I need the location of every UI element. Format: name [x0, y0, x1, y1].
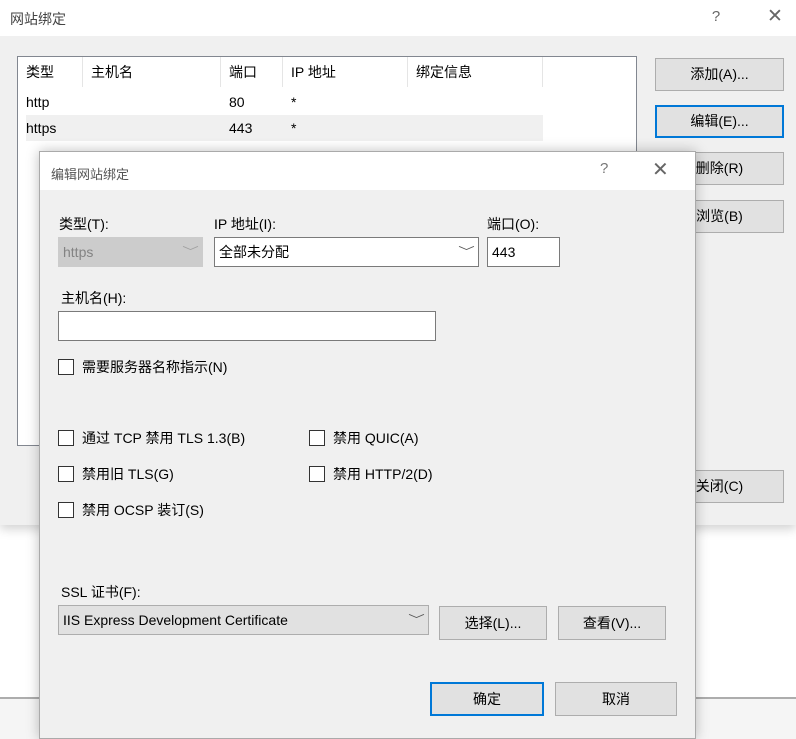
help-icon[interactable]: ?	[600, 160, 608, 177]
host-name-input[interactable]	[58, 311, 436, 341]
column-header-binding-info[interactable]: 绑定信息	[408, 57, 543, 87]
table-row[interactable]: http 80 *	[26, 89, 543, 115]
column-header-ip[interactable]: IP 地址	[283, 57, 408, 87]
help-icon[interactable]: ?	[704, 6, 728, 28]
cancel-button[interactable]: 取消	[555, 682, 677, 716]
column-header-type[interactable]: 类型	[18, 57, 83, 87]
ip-address-select-value: 全部未分配	[219, 244, 289, 260]
column-header-port[interactable]: 端口	[221, 57, 283, 87]
type-label: 类型(T):	[59, 216, 109, 232]
checkbox-box[interactable]	[58, 502, 74, 518]
chevron-down-icon: ﹀	[182, 246, 199, 258]
close-icon[interactable]: ✕	[652, 157, 669, 182]
ssl-certificate-label: SSL 证书(F):	[61, 584, 141, 600]
disable-http2-checkbox[interactable]: 禁用 HTTP/2(D)	[309, 464, 433, 484]
sni-checkbox[interactable]: 需要服务器名称指示(N)	[58, 357, 227, 377]
cell-ip: *	[291, 94, 297, 110]
cell-port: 443	[229, 120, 253, 136]
ssl-certificate-select[interactable]: IIS Express Development Certificate ﹀	[58, 605, 429, 635]
checkbox-box[interactable]	[58, 466, 74, 482]
edit-button[interactable]: 编辑(E)...	[655, 105, 784, 138]
ip-address-label: IP 地址(I):	[214, 216, 276, 232]
ok-button[interactable]: 确定	[430, 682, 544, 716]
site-bindings-title: 网站绑定	[10, 11, 66, 27]
disable-quic-checkbox[interactable]: 禁用 QUIC(A)	[309, 428, 419, 448]
checkbox-box[interactable]	[58, 430, 74, 446]
disable-quic-label: 禁用 QUIC(A)	[333, 430, 419, 446]
disable-legacy-tls-checkbox[interactable]: 禁用旧 TLS(G)	[58, 464, 174, 484]
disable-ocsp-label: 禁用 OCSP 装订(S)	[82, 502, 204, 518]
bindings-list-header: 类型 主机名 端口 IP 地址 绑定信息	[18, 57, 636, 87]
cell-ip: *	[291, 120, 297, 136]
table-row[interactable]: https 443 *	[26, 115, 543, 141]
cell-type: https	[26, 120, 57, 136]
cell-port: 80	[229, 94, 245, 110]
port-input[interactable]: 443	[487, 237, 560, 267]
chevron-down-icon: ﹀	[408, 614, 425, 626]
port-label: 端口(O):	[487, 216, 540, 232]
sni-checkbox-label: 需要服务器名称指示(N)	[82, 359, 228, 375]
site-bindings-titlebar: 网站绑定 ? ✕	[0, 0, 796, 36]
edit-binding-dialog: 编辑网站绑定 ? ✕ 类型(T): https ﹀ IP 地址(I): 全部未分…	[39, 151, 696, 739]
disable-http2-label: 禁用 HTTP/2(D)	[333, 466, 433, 482]
column-header-host[interactable]: 主机名	[83, 57, 221, 87]
ip-address-select[interactable]: 全部未分配 ﹀	[214, 237, 479, 267]
type-select-value: https	[63, 244, 94, 260]
ssl-certificate-select-value: IIS Express Development Certificate	[63, 612, 288, 628]
type-select: https ﹀	[58, 237, 203, 267]
disable-legacy-tls-label: 禁用旧 TLS(G)	[82, 466, 174, 482]
edit-binding-titlebar: 编辑网站绑定 ? ✕	[40, 152, 695, 190]
checkbox-box[interactable]	[309, 466, 325, 482]
checkbox-box[interactable]	[58, 359, 74, 375]
close-icon[interactable]: ✕	[763, 6, 787, 28]
view-certificate-button[interactable]: 查看(V)...	[558, 606, 666, 640]
edit-binding-title: 编辑网站绑定	[51, 167, 130, 182]
checkbox-box[interactable]	[309, 430, 325, 446]
host-name-label: 主机名(H):	[61, 290, 127, 306]
disable-tls13-tcp-checkbox[interactable]: 通过 TCP 禁用 TLS 1.3(B)	[58, 428, 245, 448]
cell-type: http	[26, 94, 50, 110]
select-certificate-button[interactable]: 选择(L)...	[439, 606, 547, 640]
disable-tls13-tcp-label: 通过 TCP 禁用 TLS 1.3(B)	[82, 430, 246, 446]
add-button[interactable]: 添加(A)...	[655, 58, 784, 91]
disable-ocsp-checkbox[interactable]: 禁用 OCSP 装订(S)	[58, 500, 204, 520]
chevron-down-icon: ﹀	[458, 246, 475, 258]
